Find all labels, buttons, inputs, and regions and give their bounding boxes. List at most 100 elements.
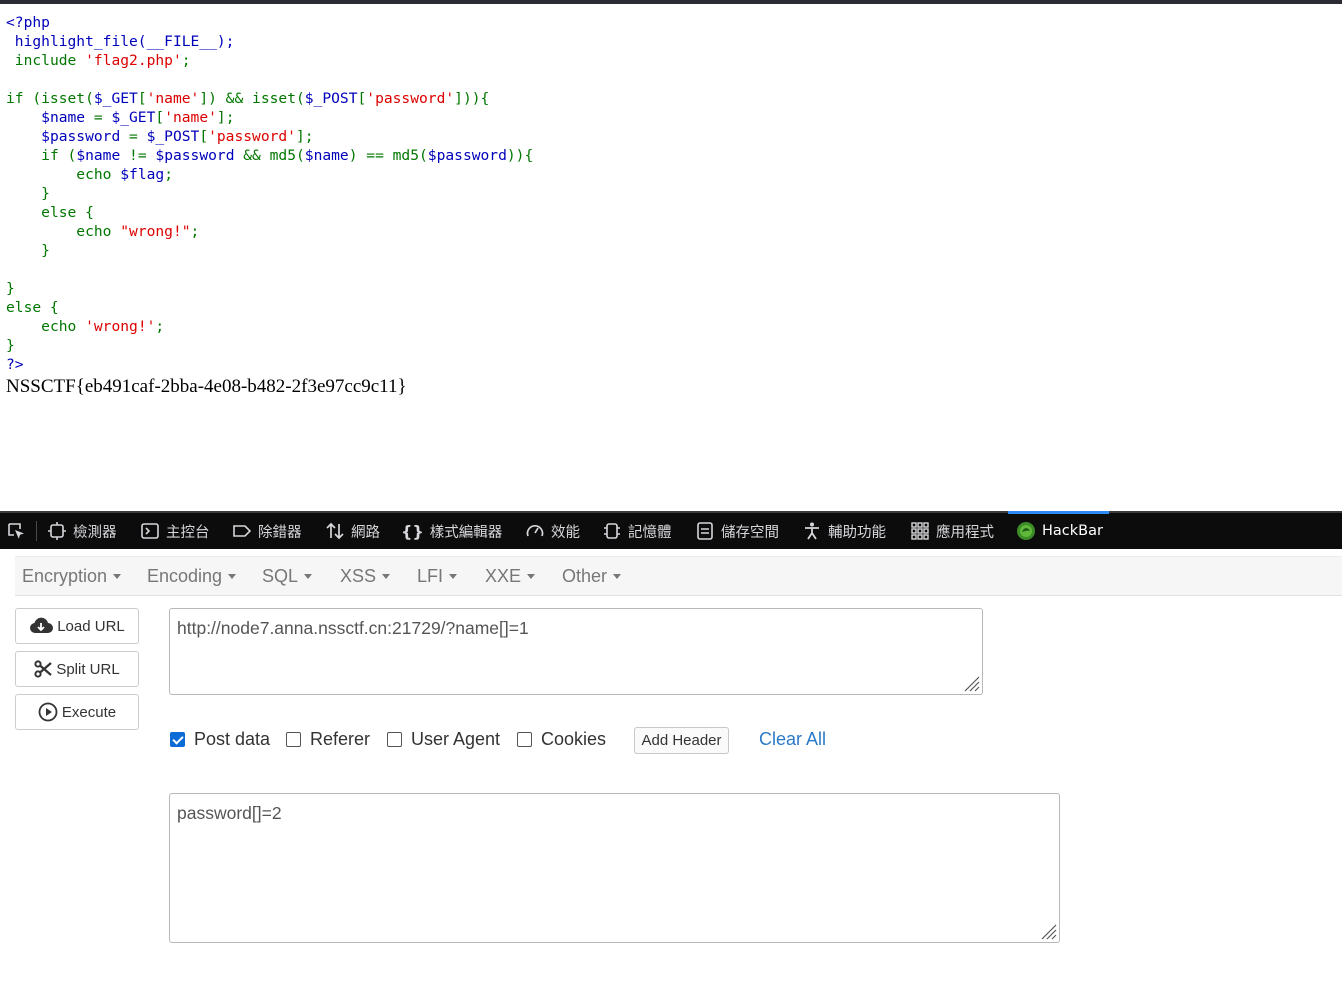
window-top-border [0,0,1342,4]
menu-other[interactable]: Other [562,566,622,587]
toolbar-separator [36,521,37,541]
code-line-2: highlight_file(__FILE__); [14,33,235,50]
checkbox-unchecked[interactable] [387,732,402,747]
referer-label: Referer [310,729,371,749]
code-line-5: if (isset($_GET['name']) && isset($_POST… [6,90,490,107]
php-source-view: <?php highlight_file(__FILE__); include … [6,13,533,374]
code-line-19: ?> [6,356,24,373]
checkbox-checked[interactable] [170,732,185,747]
menu-xxe[interactable]: XXE [485,566,536,587]
tab-label: 輔助功能 [828,524,886,541]
tab-hackbar[interactable]: HackBar [1016,513,1103,549]
post-data-textarea[interactable]: password[]=2 [169,793,1060,943]
tab-label: 儲存空間 [721,524,779,541]
post-data-checkbox[interactable]: Post data [170,729,270,750]
code-line-3: include 'flag2.php'; [14,52,191,69]
split-url-button[interactable]: Split URL [15,651,139,687]
resize-grip-icon[interactable] [1039,922,1057,940]
inspector-icon [48,522,66,540]
devtools-toolbar: 檢測器 主控台 除錯器 網路 {} 樣式編輯器 效能 記憶體 儲存空間 輔助功能… [0,511,1342,549]
chevron-down-icon [527,574,536,579]
play-circle-icon [38,702,58,722]
code-line-13: } [41,242,50,259]
resize-grip-icon[interactable] [962,674,980,692]
add-header-button[interactable]: Add Header [634,727,729,754]
application-grid-icon [911,522,929,540]
user-agent-checkbox[interactable]: User Agent [387,729,500,750]
active-tab-indicator [1008,511,1109,514]
code-line-15: } [6,280,15,297]
clear-all-link[interactable]: Clear All [759,729,826,750]
tab-label: 主控台 [166,524,210,541]
execute-button[interactable]: Execute [15,694,139,730]
code-line-7: $password = $_POST['password']; [41,128,314,145]
code-line-9: echo $flag; [76,166,173,183]
tab-label: HackBar [1042,523,1103,539]
scissors-icon [34,660,53,678]
tab-performance[interactable]: 效能 [525,513,580,549]
hackbar-logo-icon [1017,522,1035,540]
code-line-18: } [6,337,15,354]
tab-label: 記憶體 [628,524,672,541]
load-url-button[interactable]: Load URL [15,608,139,644]
performance-icon [526,525,544,537]
storage-icon [697,522,713,540]
tab-label: 檢測器 [73,524,117,541]
code-line-1: <?php [6,14,50,31]
menu-encryption[interactable]: Encryption [22,566,122,587]
split-url-label: Split URL [56,660,120,678]
memory-icon [604,523,620,539]
chevron-down-icon [382,574,391,579]
tab-label: 網路 [351,524,380,541]
url-textarea[interactable]: http://node7.anna.nssctf.cn:21729/?name[… [169,608,983,695]
flag-output: NSSCTF{eb491caf-2bba-4e08-b482-2f3e97cc9… [6,376,407,397]
referer-checkbox[interactable]: Referer [286,729,370,750]
cloud-download-icon [30,617,54,633]
url-value: http://node7.anna.nssctf.cn:21729/?name[… [177,618,529,638]
menu-encoding[interactable]: Encoding [147,566,237,587]
debugger-icon [233,525,252,537]
element-picker-icon [8,523,24,539]
hackbar-menu-bar: Encryption Encoding SQL XSS LFI XXE Othe… [15,556,1342,596]
code-line-8: if ($name != $password && md5($name) == … [41,147,534,164]
tab-label: 樣式編輯器 [429,524,503,541]
menu-xss[interactable]: XSS [340,566,391,587]
checkbox-unchecked[interactable] [517,732,532,747]
user-agent-label: User Agent [411,729,501,749]
post-data-label: Post data [194,729,271,749]
code-line-6: $name = $_GET['name']; [41,109,235,126]
tab-debugger[interactable]: 除錯器 [232,513,302,549]
tab-label: 除錯器 [258,524,302,541]
tab-label: 應用程式 [936,524,994,541]
code-line-11: else { [41,204,94,221]
code-line-12: echo "wrong!"; [76,223,200,240]
post-data-value: password[]=2 [177,803,282,823]
tab-style-editor[interactable]: {} 樣式編輯器 [401,513,502,549]
cookies-checkbox[interactable]: Cookies [517,729,606,750]
tab-storage[interactable]: 儲存空間 [695,513,779,549]
menu-sql[interactable]: SQL [262,566,313,587]
tab-network[interactable]: 網路 [325,513,380,549]
menu-lfi[interactable]: LFI [417,566,458,587]
tab-accessibility[interactable]: 輔助功能 [802,513,886,549]
tab-inspector[interactable]: 檢測器 [47,513,117,549]
chevron-down-icon [113,574,122,579]
console-icon [141,523,159,539]
chevron-down-icon [228,574,237,579]
tab-memory[interactable]: 記憶體 [602,513,672,549]
load-url-label: Load URL [57,617,125,635]
cookies-label: Cookies [541,729,607,749]
chevron-down-icon [613,574,622,579]
element-picker-button[interactable] [6,513,32,549]
chevron-down-icon [304,574,313,579]
execute-label: Execute [61,703,117,721]
style-editor-icon: {} [401,521,424,541]
network-icon [326,522,344,540]
tab-label: 效能 [551,524,580,541]
tab-console[interactable]: 主控台 [140,513,210,549]
checkbox-unchecked[interactable] [286,732,301,747]
accessibility-icon [805,522,819,540]
code-line-17: echo 'wrong!'; [41,318,165,335]
tab-application[interactable]: 應用程式 [910,513,994,549]
